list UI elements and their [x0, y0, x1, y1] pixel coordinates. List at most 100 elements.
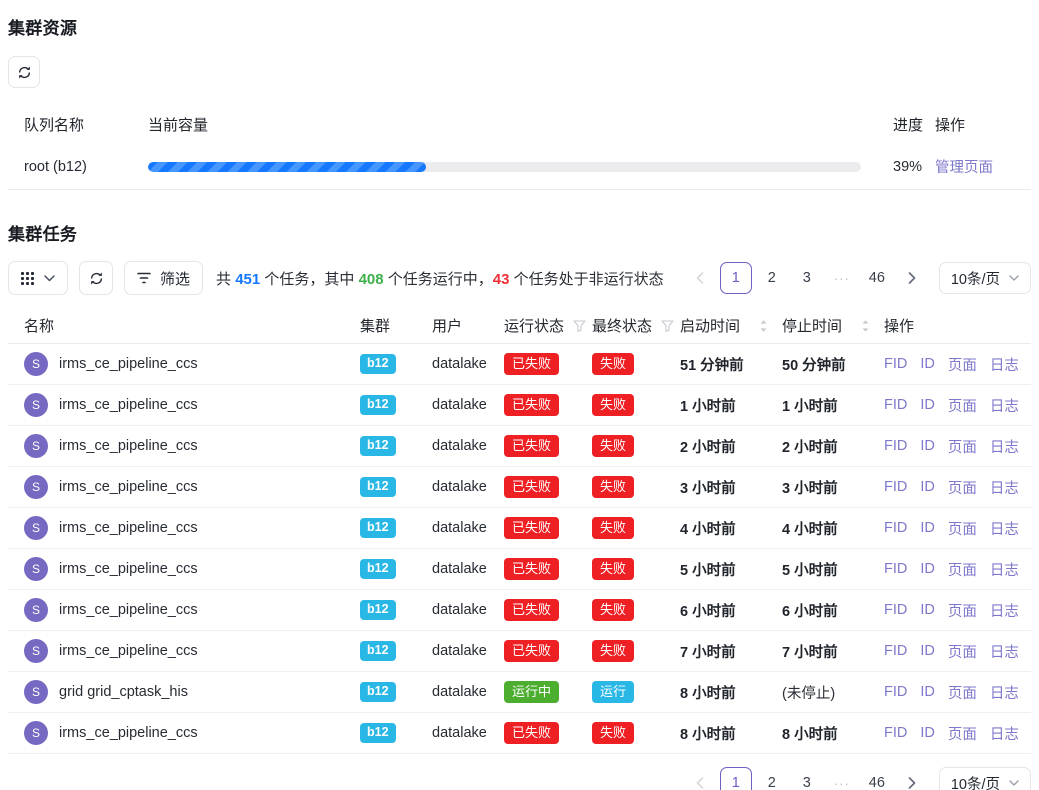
- page-button-2[interactable]: 2: [757, 263, 787, 293]
- row-action-log[interactable]: 日志: [990, 682, 1019, 703]
- row-action-id[interactable]: ID: [920, 479, 935, 495]
- start-time: 8 小时前: [680, 682, 782, 703]
- avatar: S: [24, 352, 48, 376]
- cluster-badge: b12: [360, 641, 396, 661]
- col-header-stop-time: 停止时间: [782, 315, 884, 336]
- row-action-id[interactable]: ID: [920, 561, 935, 577]
- col-header-final-status: 最终状态: [592, 315, 680, 336]
- row-action-log[interactable]: 日志: [990, 395, 1019, 416]
- col-header-progress: 进度: [869, 114, 935, 135]
- page-size-select[interactable]: 10条/页: [939, 767, 1031, 790]
- column-settings-dropdown-button[interactable]: [8, 261, 68, 295]
- stop-time: 8 小时前: [782, 723, 884, 744]
- page-button-last[interactable]: 46: [862, 768, 892, 790]
- stop-time: 3 小时前: [782, 477, 884, 498]
- row-action-page[interactable]: 页面: [948, 682, 977, 703]
- row-action-page[interactable]: 页面: [948, 436, 977, 457]
- row-action-fid[interactable]: FID: [884, 356, 907, 372]
- resources-refresh-button[interactable]: [8, 56, 40, 88]
- row-action-fid[interactable]: FID: [884, 684, 907, 700]
- row-action-log[interactable]: 日志: [990, 518, 1019, 539]
- final-status-cell: 失败: [592, 476, 680, 498]
- row-action-log[interactable]: 日志: [990, 723, 1019, 744]
- page-button-1[interactable]: 1: [720, 767, 752, 790]
- pagination-top: 1 2 3 ··· 46 10条/页: [685, 262, 1031, 294]
- row-action-page[interactable]: 页面: [948, 477, 977, 498]
- table-row: S irms_ce_pipeline_ccs b12 datalake 已失败 …: [8, 508, 1031, 549]
- page-button-3[interactable]: 3: [792, 768, 822, 790]
- page-size-select[interactable]: 10条/页: [939, 262, 1031, 294]
- stop-time: 2 小时前: [782, 436, 884, 457]
- row-action-page[interactable]: 页面: [948, 600, 977, 621]
- cluster-cell: b12: [360, 354, 432, 374]
- sort-carets-icon[interactable]: [759, 319, 768, 333]
- page-size-value: 10条/页: [951, 773, 1000, 790]
- col-header-capacity: 当前容量: [148, 114, 869, 135]
- filter-button[interactable]: 筛选: [124, 261, 203, 295]
- prev-page-icon[interactable]: [685, 768, 715, 790]
- row-action-id[interactable]: ID: [920, 684, 935, 700]
- row-action-log[interactable]: 日志: [990, 641, 1019, 662]
- prev-page-icon[interactable]: [685, 263, 715, 293]
- row-action-id[interactable]: ID: [920, 602, 935, 618]
- row-action-log[interactable]: 日志: [990, 436, 1019, 457]
- row-action-log[interactable]: 日志: [990, 354, 1019, 375]
- run-status-badge: 运行中: [504, 681, 559, 703]
- row-action-fid[interactable]: FID: [884, 520, 907, 536]
- next-page-icon[interactable]: [897, 263, 927, 293]
- row-action-page[interactable]: 页面: [948, 354, 977, 375]
- row-actions: FID ID 页面日志: [884, 395, 1031, 416]
- page-button-2[interactable]: 2: [757, 768, 787, 790]
- row-action-log[interactable]: 日志: [990, 559, 1019, 580]
- row-action-log[interactable]: 日志: [990, 477, 1019, 498]
- filter-funnel-icon[interactable]: [573, 320, 586, 332]
- row-action-fid[interactable]: FID: [884, 602, 907, 618]
- row-action-id[interactable]: ID: [920, 397, 935, 413]
- row-action-fid[interactable]: FID: [884, 643, 907, 659]
- row-action-log[interactable]: 日志: [990, 600, 1019, 621]
- run-status-cell: 已失败: [504, 435, 592, 457]
- manage-page-link[interactable]: 管理页面: [935, 156, 1031, 177]
- col-header-actions: 操作: [884, 315, 1031, 336]
- row-action-fid[interactable]: FID: [884, 397, 907, 413]
- row-action-fid[interactable]: FID: [884, 725, 907, 741]
- row-action-id[interactable]: ID: [920, 356, 935, 372]
- row-actions: FID ID 页面日志: [884, 641, 1031, 662]
- page-button-1[interactable]: 1: [720, 262, 752, 294]
- run-status-cell: 已失败: [504, 640, 592, 662]
- next-page-icon[interactable]: [897, 768, 927, 790]
- final-status-cell: 失败: [592, 353, 680, 375]
- row-action-page[interactable]: 页面: [948, 641, 977, 662]
- col-header-queue-name: 队列名称: [8, 114, 148, 135]
- row-action-page[interactable]: 页面: [948, 559, 977, 580]
- final-status-cell: 失败: [592, 599, 680, 621]
- row-action-id[interactable]: ID: [920, 438, 935, 454]
- page-button-last[interactable]: 46: [862, 263, 892, 293]
- row-action-id[interactable]: ID: [920, 725, 935, 741]
- task-name-cell: S irms_ce_pipeline_ccs: [8, 352, 360, 376]
- tasks-refresh-button[interactable]: [79, 261, 113, 295]
- task-name: irms_ce_pipeline_ccs: [59, 725, 198, 741]
- final-status-badge: 失败: [592, 517, 634, 539]
- page-button-3[interactable]: 3: [792, 263, 822, 293]
- table-row: S irms_ce_pipeline_ccs b12 datalake 已失败 …: [8, 467, 1031, 508]
- sort-carets-icon[interactable]: [861, 319, 870, 333]
- row-action-page[interactable]: 页面: [948, 395, 977, 416]
- avatar: S: [24, 434, 48, 458]
- row-action-fid[interactable]: FID: [884, 438, 907, 454]
- page-ellipsis[interactable]: ···: [827, 768, 857, 790]
- page-ellipsis[interactable]: ···: [827, 263, 857, 293]
- filter-funnel-icon[interactable]: [661, 320, 674, 332]
- run-status-badge: 已失败: [504, 517, 559, 539]
- refresh-icon: [17, 65, 32, 80]
- row-action-id[interactable]: ID: [920, 643, 935, 659]
- avatar: S: [24, 639, 48, 663]
- row-actions: FID ID 页面日志: [884, 518, 1031, 539]
- row-action-id[interactable]: ID: [920, 520, 935, 536]
- row-action-page[interactable]: 页面: [948, 723, 977, 744]
- final-status-badge: 失败: [592, 353, 634, 375]
- row-action-fid[interactable]: FID: [884, 561, 907, 577]
- row-action-page[interactable]: 页面: [948, 518, 977, 539]
- cluster-cell: b12: [360, 723, 432, 743]
- row-action-fid[interactable]: FID: [884, 479, 907, 495]
